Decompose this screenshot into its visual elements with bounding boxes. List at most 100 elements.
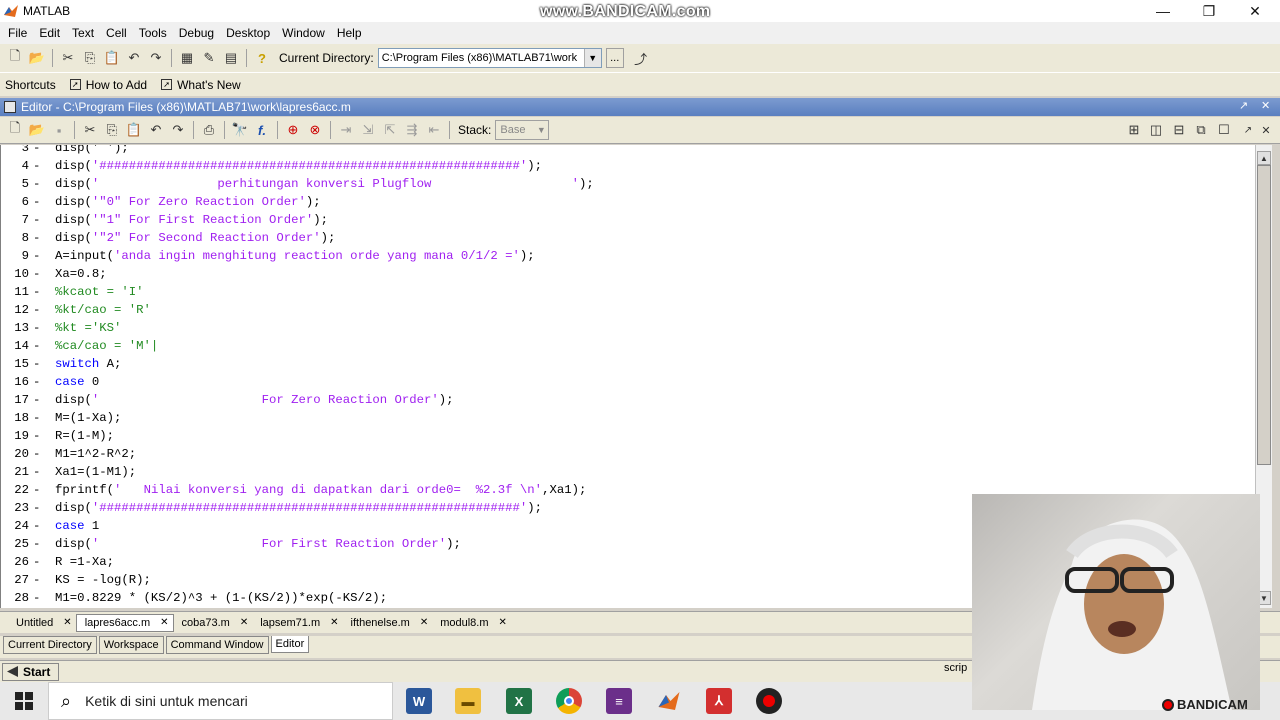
excel-icon[interactable]: X	[506, 688, 532, 714]
breakpoint-marker[interactable]: -	[33, 517, 40, 535]
editor-close-icon[interactable]: ✕	[1261, 99, 1270, 112]
shortcuts-label[interactable]: Shortcuts	[5, 78, 56, 92]
file-tab[interactable]: ifthenelse.m ✕	[343, 614, 433, 632]
tile-icon[interactable]: ⊞	[1124, 120, 1144, 140]
chrome-icon[interactable]	[556, 688, 582, 714]
function-icon[interactable]: f.	[251, 119, 273, 141]
minimize-button[interactable]: —	[1140, 0, 1186, 22]
breakpoint-marker[interactable]: -	[33, 391, 40, 409]
paste-icon[interactable]: 📋	[101, 47, 123, 69]
scroll-thumb[interactable]	[1257, 165, 1271, 465]
code-line[interactable]: 17- disp(' For Zero Reaction Order');	[1, 391, 1251, 409]
winrar-icon[interactable]: ≡	[606, 688, 632, 714]
file-tab[interactable]: modul8.m ✕	[432, 614, 511, 632]
code-line[interactable]: 15- switch A;	[1, 355, 1251, 373]
code-line[interactable]: 8- disp('"2" For Second Reaction Order');	[1, 229, 1251, 247]
menu-desktop[interactable]: Desktop	[220, 26, 276, 40]
save-icon[interactable]: ▪	[48, 119, 70, 141]
undo-icon[interactable]: ↶	[145, 119, 167, 141]
start-button[interactable]: Start	[2, 662, 60, 681]
taskbar-search-box[interactable]: ⌕ Ketik di sini untuk mencari	[48, 682, 393, 720]
exit-debug-icon[interactable]: ⇤	[423, 119, 445, 141]
breakpoint-marker[interactable]: -	[33, 211, 40, 229]
breakpoint-marker[interactable]: -	[33, 445, 40, 463]
copy-icon[interactable]: ⎘	[101, 119, 123, 141]
code-line[interactable]: 5- disp(' perhitungan konversi Plugflow '…	[1, 175, 1251, 193]
breakpoint-marker[interactable]: -	[33, 301, 40, 319]
current-directory-field[interactable]: C:\Program Files (x86)\MATLAB71\work ▼	[377, 48, 602, 68]
maximize-icon[interactable]: ☐	[1214, 120, 1234, 140]
code-line[interactable]: 20- M1=1^2-R^2;	[1, 445, 1251, 463]
new-file-icon[interactable]: 🗋	[4, 119, 26, 141]
menu-edit[interactable]: Edit	[33, 26, 66, 40]
code-line[interactable]: 7- disp('"1" For First Reaction Order');	[1, 211, 1251, 229]
desktop-tab[interactable]: Editor	[270, 636, 310, 653]
cascade-icon[interactable]: ⧉	[1191, 120, 1211, 140]
breakpoint-marker[interactable]: -	[33, 193, 40, 211]
scroll-up-icon[interactable]: ▲	[1257, 151, 1271, 165]
file-explorer-icon[interactable]: ▬	[455, 688, 481, 714]
breakpoint-marker[interactable]: -	[33, 265, 40, 283]
print-icon[interactable]: ⎙	[198, 119, 220, 141]
cut-icon[interactable]: ✂	[79, 119, 101, 141]
redo-icon[interactable]: ↷	[145, 47, 167, 69]
code-line[interactable]: 12- %kt/cao = 'R'	[1, 301, 1251, 319]
undo-icon[interactable]: ↶	[123, 47, 145, 69]
breakpoint-marker[interactable]: -	[33, 499, 40, 517]
profiler-icon[interactable]: ▤	[220, 47, 242, 69]
menu-cell[interactable]: Cell	[100, 26, 133, 40]
breakpoint-marker[interactable]: -	[33, 409, 40, 427]
code-line[interactable]: 19- R=(1-M);	[1, 427, 1251, 445]
breakpoint-marker[interactable]: -	[33, 535, 40, 553]
guide-icon[interactable]: ✎	[198, 47, 220, 69]
browse-button[interactable]: ...	[605, 48, 624, 68]
shortcut-whats-new[interactable]: ➚ What's New	[161, 78, 241, 92]
redo-icon[interactable]: ↷	[167, 119, 189, 141]
continue-icon[interactable]: ⇶	[401, 119, 423, 141]
copy-icon[interactable]: ⎘	[79, 47, 101, 69]
step-out-icon[interactable]: ⇱	[379, 119, 401, 141]
split-vertical-icon[interactable]: ◫	[1146, 120, 1166, 140]
file-tab[interactable]: coba73.m ✕	[174, 614, 253, 632]
close-tab-icon[interactable]: ✕	[160, 617, 168, 628]
close-tab-icon[interactable]: ✕	[63, 617, 71, 628]
shortcut-how-to-add[interactable]: ➚ How to Add	[69, 78, 147, 92]
breakpoint-marker[interactable]: -	[33, 355, 40, 373]
new-file-icon[interactable]: 🗋	[4, 47, 26, 69]
breakpoint-marker[interactable]: -	[33, 589, 40, 607]
breakpoint-marker[interactable]: -	[33, 319, 40, 337]
chevron-down-icon[interactable]: ▼	[583, 49, 601, 67]
breakpoint-marker[interactable]: -	[33, 175, 40, 193]
close-doc-icon[interactable]: ✕	[1256, 120, 1276, 140]
code-line[interactable]: 6- disp('"0" For Zero Reaction Order');	[1, 193, 1251, 211]
menu-help[interactable]: Help	[331, 26, 368, 40]
cut-icon[interactable]: ✂	[57, 47, 79, 69]
code-line[interactable]: 16- case 0	[1, 373, 1251, 391]
simulink-icon[interactable]: ▦	[176, 47, 198, 69]
desktop-tab[interactable]: Current Directory	[3, 636, 97, 654]
bandicam-icon[interactable]	[756, 688, 782, 714]
acrobat-icon[interactable]: ⅄	[706, 688, 732, 714]
open-folder-icon[interactable]: 📂	[26, 119, 48, 141]
menu-text[interactable]: Text	[66, 26, 100, 40]
breakpoint-marker[interactable]: -	[33, 463, 40, 481]
undock-icon[interactable]: ↗	[1239, 99, 1248, 112]
close-tab-icon[interactable]: ✕	[420, 617, 428, 628]
windows-start-icon[interactable]	[0, 682, 48, 720]
matlab-icon[interactable]	[656, 688, 682, 714]
breakpoint-marker[interactable]: -	[33, 145, 40, 157]
code-line[interactable]: 9- A=input('anda ingin menghitung reactio…	[1, 247, 1251, 265]
breakpoint-marker[interactable]: -	[33, 481, 40, 499]
breakpoint-marker[interactable]: -	[33, 229, 40, 247]
breakpoint-marker[interactable]: -	[33, 427, 40, 445]
restore-button[interactable]: ❐	[1186, 0, 1232, 22]
breakpoint-marker[interactable]: -	[33, 157, 40, 175]
file-tab[interactable]: Untitled ✕	[8, 614, 76, 632]
close-tab-icon[interactable]: ✕	[499, 617, 507, 628]
paste-icon[interactable]: 📋	[123, 119, 145, 141]
code-line[interactable]: 21- Xa1=(1-M1);	[1, 463, 1251, 481]
stack-dropdown[interactable]: Base ▼	[495, 120, 550, 140]
parent-folder-icon[interactable]: ⤴	[630, 47, 652, 69]
code-line[interactable]: 4- disp('################################…	[1, 157, 1251, 175]
close-tab-icon[interactable]: ✕	[330, 617, 338, 628]
